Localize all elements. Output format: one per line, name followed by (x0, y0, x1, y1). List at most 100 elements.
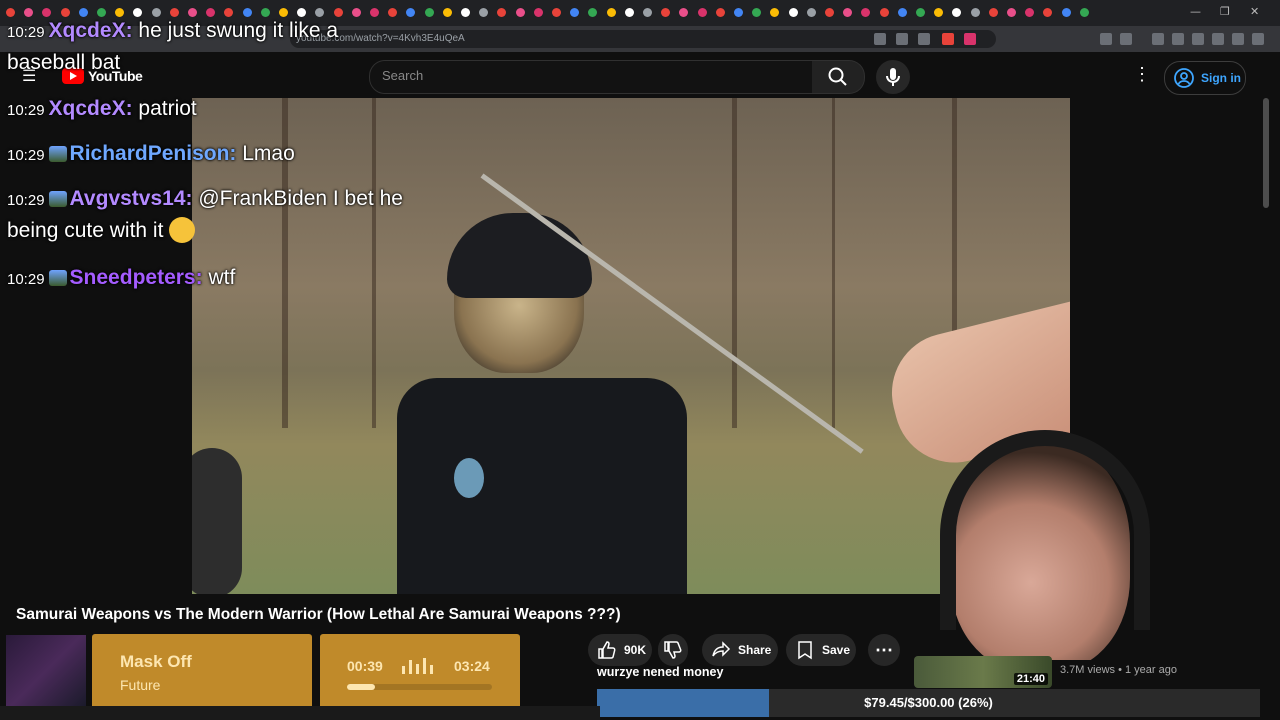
browser-tab-favicon[interactable] (643, 8, 652, 17)
os-taskbar (0, 706, 600, 720)
browser-tab-favicon[interactable] (570, 8, 580, 17)
sidebar-icon[interactable] (1120, 33, 1132, 45)
browser-tab-favicon[interactable] (1079, 8, 1089, 17)
recommended-video-thumbnail[interactable]: 21:40 (914, 656, 1052, 688)
browser-tab-favicon[interactable] (588, 8, 598, 17)
save-button[interactable]: Save (786, 634, 856, 666)
browser-tab-favicon[interactable] (897, 8, 907, 17)
browser-tab-favicon[interactable] (1007, 8, 1016, 17)
share-page-icon[interactable] (918, 33, 930, 45)
browser-tab-favicon[interactable] (825, 8, 834, 17)
video-frame-tree (732, 98, 737, 428)
browser-tab-favicon[interactable] (552, 8, 561, 17)
song-title: Mask Off (120, 652, 192, 671)
like-button[interactable]: 90K (588, 634, 652, 666)
streamer-webcam (910, 420, 1210, 660)
browser-tab-favicon[interactable] (788, 8, 798, 17)
browser-tab-favicon[interactable] (461, 8, 470, 17)
browser-tab-favicon[interactable] (406, 8, 416, 17)
more-actions-button[interactable]: ⋯ (868, 634, 900, 666)
maximize-icon[interactable]: ❐ (1220, 5, 1230, 18)
browser-tab-favicon[interactable] (861, 8, 871, 17)
browser-tab-favicon[interactable] (916, 8, 925, 17)
save-label: Save (822, 643, 851, 657)
sign-in-label: Sign in (1201, 71, 1241, 85)
song-current-time: 00:39 (347, 658, 383, 674)
scrollbar-thumb[interactable] (1263, 98, 1269, 208)
minimize-icon[interactable]: — (1190, 5, 1201, 18)
browser-tab-favicon[interactable] (952, 8, 962, 17)
browser-tab-favicon[interactable] (533, 8, 543, 17)
thumbs-down-icon (664, 641, 682, 659)
video-frame-vest (397, 378, 687, 594)
close-window-icon[interactable]: ✕ (1250, 5, 1259, 18)
voice-search-button[interactable] (876, 60, 910, 94)
search-box[interactable]: Search (369, 60, 814, 94)
browser-tab-favicon[interactable] (770, 8, 780, 17)
bookmark-icon (798, 641, 812, 660)
browser-tab-favicon[interactable] (843, 8, 853, 17)
share-label: Share (738, 643, 772, 657)
video-title: Samurai Weapons vs The Modern Warrior (H… (16, 606, 621, 623)
browser-tab-favicon[interactable] (479, 8, 489, 17)
browser-menu-icon[interactable] (1252, 33, 1264, 45)
browser-tab-favicon[interactable] (442, 8, 452, 17)
browser-tab-favicon[interactable] (970, 8, 980, 17)
screen-icon[interactable] (874, 33, 886, 45)
chat-message: 10:29 Sneedpeters: wtf (7, 266, 236, 289)
browser-tab-favicon[interactable] (1061, 8, 1071, 17)
browser-tab-favicon[interactable] (1043, 8, 1053, 17)
chat-username: XqcdeX (48, 97, 126, 120)
chat-message: 10:29 Avgvstvs14: @FrankBiden I bet he be… (7, 187, 403, 243)
browser-tab-favicon[interactable] (661, 8, 671, 17)
song-progress-fill (347, 684, 375, 690)
browser-tab-favicon[interactable] (424, 8, 434, 17)
browser-tab-favicon[interactable] (697, 8, 707, 17)
dislike-button[interactable] (658, 634, 688, 666)
browser-tab-favicon[interactable] (715, 8, 725, 17)
browser-tab-favicon[interactable] (988, 8, 998, 17)
browser-tab-favicon[interactable] (806, 8, 816, 17)
channel-avatar[interactable] (6, 635, 86, 707)
vpn-icon[interactable] (1232, 33, 1244, 45)
now-playing-card: Mask Off Future (92, 634, 312, 712)
extensions-icon[interactable] (1100, 33, 1112, 45)
subscriber-badge-icon (48, 270, 67, 286)
zoom-icon[interactable] (896, 33, 908, 45)
subscriber-badge-icon (48, 146, 67, 162)
leo-icon[interactable] (1212, 33, 1224, 45)
media-icon[interactable] (1152, 33, 1164, 45)
donation-message: wurzye nened money (597, 665, 724, 679)
brave-rewards-icon[interactable] (964, 33, 976, 45)
settings-kebab-icon[interactable]: ⋮ (1133, 64, 1151, 85)
donation-goal-text: $79.45/$300.00 (26%) (864, 695, 993, 710)
browser-tab-favicon[interactable] (624, 8, 634, 17)
browser-tab-favicon[interactable] (497, 8, 507, 17)
browser-tab-favicon[interactable] (752, 8, 762, 17)
chat-username: Avgvstvs14 (69, 187, 186, 210)
brave-shield-icon[interactable] (942, 33, 954, 45)
browser-tab-favicon[interactable] (934, 8, 944, 17)
browser-tab-favicon[interactable] (1025, 8, 1035, 17)
donation-goal-bar: $79.45/$300.00 (26%) (597, 689, 1260, 717)
song-artist: Future (120, 677, 161, 693)
search-button[interactable] (812, 60, 865, 94)
browser-tab-favicon[interactable] (879, 8, 889, 17)
browser-tab-favicon[interactable] (679, 8, 689, 17)
more-horizontal-icon: ⋯ (875, 639, 893, 660)
wallet-icon[interactable] (1192, 33, 1204, 45)
song-total-time: 03:24 (454, 658, 490, 674)
browser-tab-favicon[interactable] (606, 8, 616, 17)
webcam-headset (940, 430, 1150, 630)
like-count: 90K (624, 643, 647, 657)
chat-username: RichardPenison (69, 142, 230, 165)
sign-in-button[interactable]: Sign in (1164, 61, 1246, 95)
smirk-emoji-icon (169, 217, 196, 243)
reading-list-icon[interactable] (1172, 33, 1184, 45)
browser-tab-favicon[interactable] (734, 8, 743, 17)
recommended-video-duration: 21:40 (1013, 673, 1048, 685)
share-button[interactable]: Share (702, 634, 778, 666)
subscriber-badge-icon (48, 191, 67, 207)
page-scrollbar[interactable] (1262, 98, 1270, 678)
browser-tab-favicon[interactable] (515, 8, 525, 17)
